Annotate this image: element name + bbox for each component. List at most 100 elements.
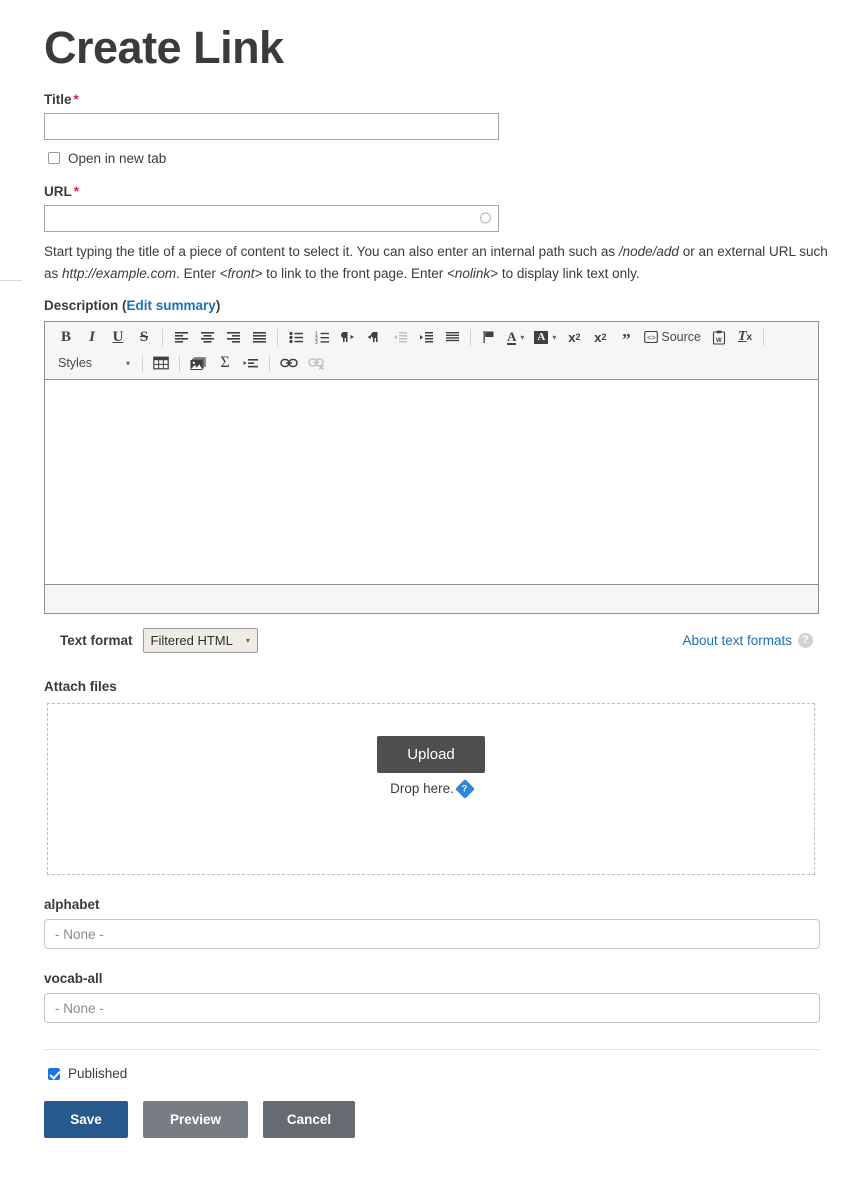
alphabet-field[interactable]: - None - — [44, 919, 820, 950]
superscript-icon[interactable]: x2 — [563, 326, 585, 348]
strikethrough-icon[interactable]: S — [133, 326, 155, 348]
blockquote-icon[interactable]: ” — [615, 326, 637, 348]
text-color-icon[interactable]: A ▾ — [504, 326, 527, 348]
subscript-icon[interactable]: x2 — [589, 326, 611, 348]
save-button[interactable]: Save — [44, 1101, 128, 1139]
background-color-icon[interactable]: A ▾ — [531, 326, 559, 348]
form-actions: Save Preview Cancel — [44, 1101, 831, 1139]
drop-here-row: Drop here. ? — [390, 779, 475, 799]
toolbar-separator — [762, 328, 764, 346]
insert-list-icon[interactable] — [240, 352, 262, 374]
svg-text:3: 3 — [315, 340, 318, 344]
open-in-new-tab-row[interactable]: Open in new tab — [44, 151, 831, 166]
styles-dropdown-label: Styles — [58, 356, 93, 371]
alphabet-label: alphabet — [44, 897, 100, 913]
text-format-label: Text format — [60, 633, 133, 649]
cancel-button[interactable]: Cancel — [263, 1101, 355, 1139]
url-field-group: URL * — [44, 184, 831, 232]
circle-throbber-icon — [480, 212, 491, 224]
vocab-all-label: vocab-all — [44, 971, 103, 987]
toolbar-separator — [162, 328, 163, 346]
url-help-text: Start typing the title of a piece of con… — [44, 241, 831, 285]
editor-toolbar-row-2: Styles ▾ Σ — [49, 350, 814, 376]
source-label: Source — [661, 330, 701, 345]
url-help-front-token: <front> — [219, 265, 263, 281]
text-format-help: About text formats ? — [682, 633, 813, 649]
source-icon[interactable]: <> Source — [641, 326, 704, 348]
paste-from-word-icon[interactable]: W — [708, 326, 730, 348]
toolbar-separator — [277, 328, 278, 346]
title-label-text: Title — [44, 91, 72, 107]
text-direction-ltr-icon[interactable] — [337, 326, 359, 348]
editor-toolbar-row-1: B I U S 1 2 3 A ▾ A ▾ x 2 x 2 ” <> Sourc… — [49, 324, 814, 350]
numbered-list-icon[interactable]: 123 — [311, 326, 333, 348]
toolbar-separator — [470, 328, 471, 346]
preview-button[interactable]: Preview — [143, 1101, 248, 1139]
page-edge-divider — [0, 280, 22, 281]
url-help-part-1: Start typing the title of a piece of con… — [44, 243, 619, 259]
question-mark-icon[interactable]: ? — [798, 633, 813, 649]
title-label: Title * — [44, 92, 831, 107]
svg-text:W: W — [716, 338, 722, 344]
url-input-wrapper — [44, 204, 499, 232]
svg-text:<>: <> — [647, 335, 657, 343]
upload-button[interactable]: Upload — [377, 736, 485, 774]
image-icon[interactable] — [187, 352, 210, 374]
toolbar-separator — [179, 354, 180, 372]
edit-summary-link[interactable]: Edit summary — [127, 298, 216, 313]
url-required-marker: * — [73, 183, 80, 199]
styles-dropdown[interactable]: Styles ▾ — [53, 352, 135, 374]
editor-content-area[interactable] — [45, 380, 818, 586]
form-divider — [44, 1049, 820, 1051]
title-field-group: Title * — [44, 92, 831, 140]
unlink-icon[interactable] — [305, 352, 329, 374]
text-direction-rtl-icon[interactable] — [363, 326, 385, 348]
language-flag-icon[interactable] — [478, 326, 500, 348]
remove-format-icon[interactable]: Tx — [734, 326, 756, 348]
about-text-formats-link[interactable]: About text formats — [682, 633, 792, 648]
text-format-select[interactable]: Filtered HTML ▾ — [142, 628, 258, 654]
published-label: Published — [68, 1066, 128, 1082]
align-right-icon[interactable] — [222, 326, 244, 348]
table-icon[interactable] — [150, 352, 172, 374]
align-left-icon[interactable] — [170, 326, 192, 348]
special-character-icon[interactable]: Σ — [214, 352, 236, 374]
bold-icon[interactable]: B — [55, 326, 77, 348]
published-row[interactable]: Published — [44, 1066, 831, 1081]
text-format-selected-value: Filtered HTML — [150, 633, 233, 649]
url-input[interactable] — [44, 204, 499, 232]
published-checkbox[interactable] — [48, 1067, 60, 1080]
chevron-down-icon: ▾ — [245, 636, 250, 646]
editor-status-bar — [45, 585, 818, 614]
url-label: URL * — [44, 184, 831, 199]
description-label: Description (Edit summary) — [44, 298, 831, 313]
underline-icon[interactable]: U — [107, 326, 129, 348]
url-help-part-5: to display link text only. — [498, 265, 640, 281]
create-link-page: Create Link Title * Open in new tab URL * … — [0, 12, 849, 1139]
text-format-row: Text format Filtered HTML ▾ About text f… — [44, 628, 819, 654]
bulleted-list-icon[interactable] — [285, 326, 307, 348]
url-help-node-add: /node/add — [618, 243, 679, 259]
title-input[interactable] — [44, 112, 499, 140]
vocab-all-field[interactable]: - None - — [44, 993, 820, 1024]
align-justify-icon[interactable] — [248, 326, 270, 348]
open-in-new-tab-checkbox[interactable] — [48, 152, 60, 165]
blockquote-lines-icon[interactable] — [441, 326, 463, 348]
attach-files-label: Attach files — [44, 679, 117, 695]
align-center-icon[interactable] — [196, 326, 218, 348]
rich-text-editor: B I U S 1 2 3 A ▾ A ▾ x 2 x 2 ” <> Sourc… — [44, 321, 819, 615]
link-icon[interactable] — [277, 352, 301, 374]
toolbar-separator — [269, 354, 270, 372]
italic-icon[interactable]: I — [81, 326, 103, 348]
description-label-text: Description — [44, 298, 119, 314]
file-dropzone[interactable]: Upload Drop here. ? — [47, 703, 815, 876]
url-help-part-3: . Enter — [176, 265, 220, 281]
page-title: Create Link — [44, 22, 284, 73]
toolbar-separator — [142, 354, 143, 372]
chevron-down-icon: ▾ — [125, 358, 130, 368]
outdent-icon[interactable] — [389, 326, 411, 348]
url-label-text: URL — [44, 183, 72, 199]
open-in-new-tab-label: Open in new tab — [68, 150, 167, 166]
help-diamond-icon[interactable]: ? — [454, 779, 475, 799]
indent-icon[interactable] — [415, 326, 437, 348]
